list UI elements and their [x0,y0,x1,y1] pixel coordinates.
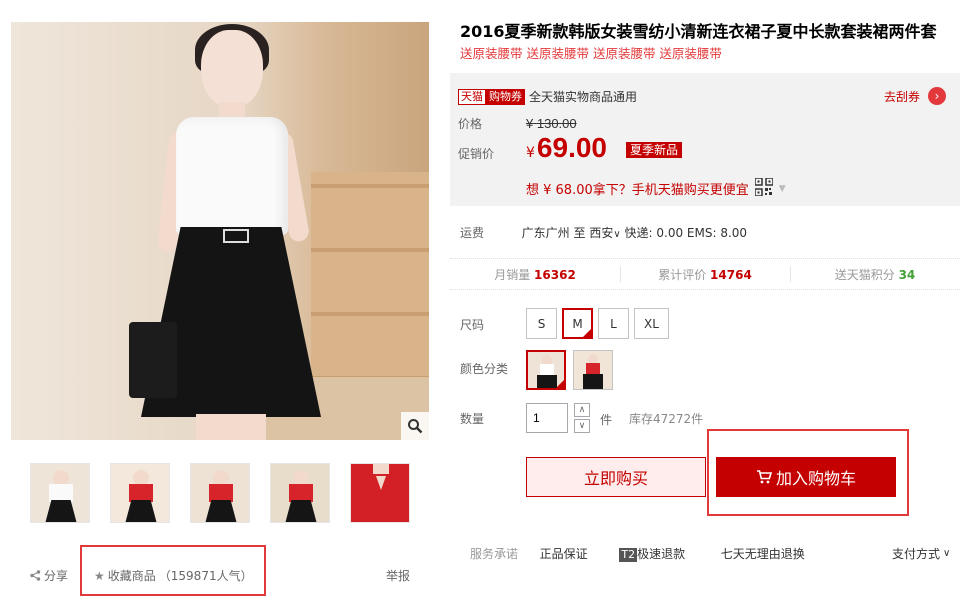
quantity-increase-button[interactable]: ∧ [574,403,590,417]
chevron-down-icon: ∨ [613,229,621,240]
size-label: 尺码 [460,318,485,332]
add-to-cart-label: 加入购物车 [775,469,856,488]
color-label: 颜色分类 [460,362,509,376]
quantity-label: 数量 [460,412,485,426]
zoom-icon[interactable] [401,412,429,440]
size-option-xl[interactable]: XL [634,308,669,339]
monthly-sales: 月销量 16362 [494,267,576,282]
arrow-right-icon: › [928,87,947,105]
tmall-points: 送天猫积分 34 [790,265,960,283]
product-title: 2016夏季新款韩版女装雪纺小清新连衣裙子夏中长款套装裙两件套 [460,22,937,41]
mobile-price-text: 想 ¥ 68.00拿下？手机天猫购买更便宜 [526,183,749,198]
chevron-down-icon: ∨ [943,548,951,559]
voucher-tag: 购物券 [486,88,525,105]
main-product-image[interactable] [11,22,429,440]
favorite-count: （159871人气） [158,569,253,583]
shipping-to-word: 至 [573,226,586,240]
thumbnail-3[interactable] [190,463,250,523]
price-panel: 天猫 购物券 全天猫实物商品通用 去刮券 › 价格 ¥ 130.00 促销价 ¥… [450,73,960,206]
payment-label: 支付方式 [892,547,941,561]
size-option-l[interactable]: L [598,308,629,339]
original-price-label: 价格 [458,117,483,131]
share-button[interactable]: 分享 [30,567,68,584]
shipping-row: 运费 广东广州 至 西安∨ 快递: 0.00 EMS: 8.00 [460,224,747,241]
share-label: 分享 [44,569,69,583]
add-to-cart-button[interactable]: 加入购物车 [716,457,896,497]
thumbnail-4[interactable] [270,463,330,523]
report-link[interactable]: 举报 [386,567,410,584]
coupon-text: 全天猫实物商品通用 [529,90,638,104]
mobile-price-link[interactable]: 想 ¥ 68.00拿下？手机天猫购买更便宜 ▼ [526,177,786,199]
promo-currency: ¥ [526,145,535,161]
thumbnail-2[interactable] [110,463,170,523]
original-price: 130.00 [536,116,577,131]
product-subtitle: 送原装腰带 送原装腰带 送原装腰带 送原装腰带 [460,46,722,61]
size-option-s[interactable]: S [526,308,557,339]
favorite-label: 收藏商品 [107,569,156,583]
service-row: 服务承诺 正品保证 T2 极速退款 七天无理由退换 [470,545,805,562]
cart-icon [756,470,772,484]
thumbnail-1[interactable] [30,463,90,523]
genuine-guarantee: 正品保证 [539,547,588,561]
selected-check-icon [582,328,592,338]
promo-price-label: 促销价 [458,147,495,161]
tmall-tag: 天猫 [458,88,486,105]
share-icon [30,570,41,581]
star-icon: ★ [94,568,105,583]
chevron-down-icon: ▼ [778,183,786,194]
original-currency: ¥ [526,116,534,131]
t2-tag: T2 [619,548,638,562]
shipping-from: 广东广州 [521,226,570,240]
color-option-white-black[interactable] [526,350,566,390]
new-arrival-badge: 夏季新品 [626,142,683,158]
coupon-link[interactable]: 去刮券 › [884,87,947,105]
color-option-red-black[interactable] [573,350,613,390]
quantity-input[interactable] [526,403,568,433]
promo-price: 69.00 [536,132,607,163]
fast-refund: 极速退款 [637,547,686,561]
review-count[interactable]: 累计评价 14764 [620,265,790,283]
stats-bar: 月销量 16362 累计评价 14764 送天猫积分 34 [450,258,960,290]
seven-day-return: 七天无理由退换 [720,547,805,561]
size-option-m[interactable]: M [562,308,593,339]
shipping-fees: 快递: 0.00 EMS: 8.00 [624,226,748,240]
payment-methods-dropdown[interactable]: 支付方式 ∨ [892,545,950,562]
shipping-label: 运费 [460,226,485,240]
favorite-button[interactable]: ★ 收藏商品 （159871人气） [94,567,253,584]
shipping-destination-select[interactable]: 西安∨ [589,226,620,240]
quantity-decrease-button[interactable]: ∨ [574,419,590,433]
coupon-link-label: 去刮券 [884,89,921,104]
buy-now-button[interactable]: 立即购买 [526,457,706,497]
quantity-unit: 件 [600,413,613,427]
qr-code-icon [754,177,774,199]
stock-text: 库存47272件 [629,412,704,426]
thumbnail-5[interactable] [350,463,410,523]
service-label: 服务承诺 [470,547,519,561]
